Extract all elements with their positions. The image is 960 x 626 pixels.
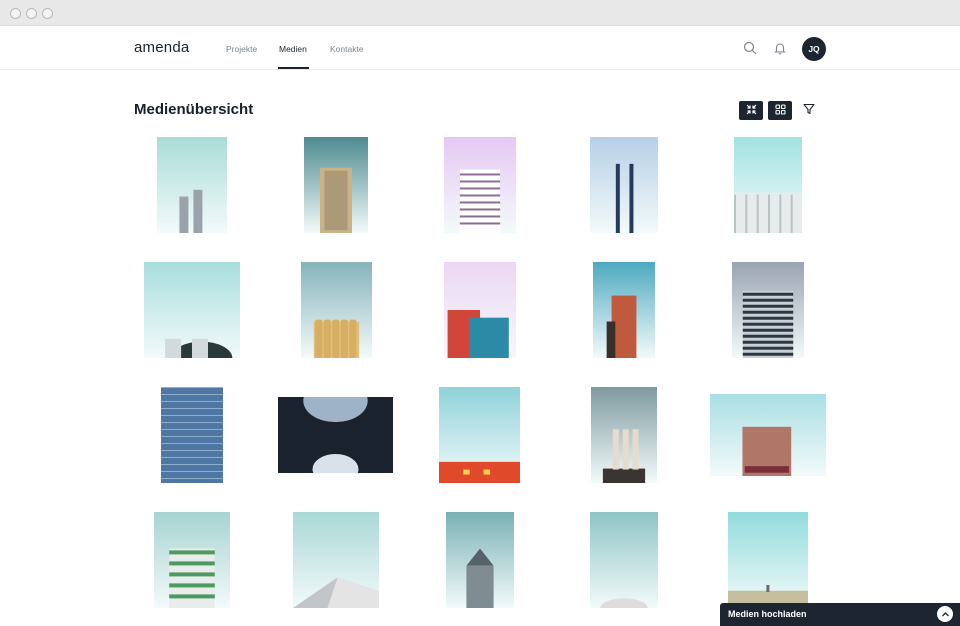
media-thumbnail[interactable] [278, 397, 393, 473]
user-avatar[interactable]: JQ [802, 37, 826, 61]
media-thumbnail[interactable] [304, 137, 368, 233]
nav-link-medien[interactable]: Medien [279, 44, 307, 54]
nav-link-kontakte[interactable]: Kontakte [330, 44, 364, 54]
media-thumbnail[interactable] [591, 387, 657, 483]
grid-view-button[interactable] [768, 101, 792, 120]
media-thumbnail[interactable] [444, 262, 516, 358]
upload-label: Medien hochladen [728, 609, 807, 619]
chevron-up-icon[interactable] [937, 606, 953, 622]
window-maximize-dot[interactable] [42, 8, 53, 19]
media-thumbnail[interactable] [590, 137, 658, 233]
media-thumbnail[interactable] [301, 262, 372, 358]
media-thumbnail[interactable] [728, 512, 808, 608]
collapse-view-icon [746, 102, 757, 120]
media-thumbnail[interactable] [439, 387, 520, 483]
window-chrome [0, 0, 960, 26]
bell-icon[interactable] [772, 40, 788, 56]
media-thumbnail[interactable] [734, 137, 802, 233]
window-close-dot[interactable] [10, 8, 21, 19]
media-thumbnail[interactable] [593, 262, 655, 358]
brand-logo[interactable]: amenda [134, 39, 189, 56]
grid-view-icon [774, 102, 786, 120]
active-nav-indicator [278, 67, 309, 69]
media-thumbnail[interactable] [157, 137, 227, 233]
media-thumbnail[interactable] [590, 512, 658, 608]
media-thumbnail[interactable] [161, 387, 223, 483]
top-navigation: amenda Projekte Medien Kontakte JQ [0, 26, 960, 70]
search-icon[interactable] [742, 40, 758, 56]
media-thumbnail[interactable] [154, 512, 230, 608]
nav-link-projekte[interactable]: Projekte [226, 44, 257, 54]
media-thumbnail[interactable] [446, 512, 514, 608]
media-thumbnail[interactable] [710, 394, 826, 476]
media-thumbnail[interactable] [144, 262, 240, 358]
media-thumbnail[interactable] [732, 262, 804, 358]
page-title: Medienübersicht [134, 101, 254, 118]
media-thumbnail[interactable] [293, 512, 379, 608]
window-minimize-dot[interactable] [26, 8, 37, 19]
filter-button[interactable] [797, 101, 821, 120]
filter-icon [803, 102, 815, 120]
upload-panel[interactable]: Medien hochladen [720, 603, 960, 626]
collapse-view-button[interactable] [739, 101, 763, 120]
media-thumbnail[interactable] [444, 137, 516, 233]
